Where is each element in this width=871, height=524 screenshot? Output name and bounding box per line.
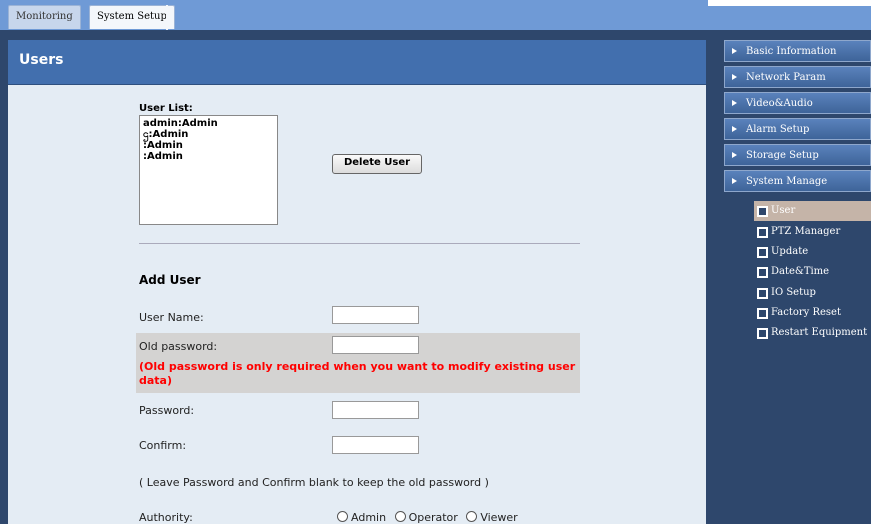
tab-separator bbox=[166, 5, 168, 30]
authority-operator-label: Operator bbox=[408, 511, 458, 524]
arrow-icon bbox=[732, 100, 737, 106]
submenu-item-ptz-manager[interactable]: PTZ Manager bbox=[754, 222, 871, 242]
submenu-label: IO Setup bbox=[771, 287, 816, 298]
username-input[interactable] bbox=[332, 306, 419, 324]
password-hint: ( Leave Password and Confirm blank to ke… bbox=[139, 476, 489, 489]
arrow-icon bbox=[732, 48, 737, 54]
submenu-label: User bbox=[771, 205, 796, 216]
password-input[interactable] bbox=[332, 401, 419, 419]
checkbox-icon bbox=[757, 308, 768, 319]
checkbox-icon bbox=[757, 247, 768, 258]
authority-radio-group: Admin Operator Viewer bbox=[332, 511, 518, 524]
checkbox-icon bbox=[757, 227, 768, 238]
sidebar-item-video-audio[interactable]: Video&Audio bbox=[724, 92, 871, 114]
submenu-label: Update bbox=[771, 246, 809, 257]
password-label: Password: bbox=[139, 404, 195, 417]
sidebar-item-label: Network Param bbox=[746, 72, 826, 83]
sidebar-item-label: Alarm Setup bbox=[746, 124, 810, 135]
user-list-item[interactable]: ဌ:Admin bbox=[143, 129, 274, 140]
sidebar-item-label: Video&Audio bbox=[746, 98, 813, 109]
submenu-label: PTZ Manager bbox=[771, 226, 841, 237]
sidebar-item-network-param[interactable]: Network Param bbox=[724, 66, 871, 88]
submenu-item-factory-reset[interactable]: Factory Reset bbox=[754, 303, 871, 323]
user-list[interactable]: admin:Admin ဌ:Admin :Admin :Admin bbox=[139, 115, 278, 225]
authority-viewer-radio[interactable] bbox=[466, 511, 478, 522]
add-user-heading: Add User bbox=[139, 273, 201, 287]
arrow-icon bbox=[732, 74, 737, 80]
submenu-item-update[interactable]: Update bbox=[754, 242, 871, 262]
authority-operator-radio[interactable] bbox=[394, 511, 406, 522]
sidebar-item-label: System Manage bbox=[746, 176, 828, 187]
authority-admin-radio[interactable] bbox=[337, 511, 348, 522]
arrow-icon bbox=[732, 152, 737, 158]
checkbox-icon bbox=[757, 288, 768, 299]
confirm-input[interactable] bbox=[332, 436, 419, 454]
sidebar-item-label: Basic Information bbox=[746, 46, 837, 57]
submenu-item-restart-equipment[interactable]: Restart Equipment bbox=[754, 323, 871, 343]
checkbox-icon bbox=[757, 206, 768, 217]
checkbox-icon bbox=[757, 328, 768, 339]
old-password-input[interactable] bbox=[332, 336, 419, 354]
top-right-strip bbox=[708, 0, 871, 6]
submenu-item-date-time[interactable]: Date&Time bbox=[754, 262, 871, 282]
user-list-item[interactable]: :Admin bbox=[143, 140, 274, 151]
authority-viewer-label: Viewer bbox=[480, 511, 518, 524]
old-password-note: (Old password is only required when you … bbox=[139, 360, 576, 387]
delete-user-button[interactable]: Delete User bbox=[332, 154, 422, 174]
page-title: Users bbox=[19, 52, 64, 68]
tab-monitoring[interactable]: Monitoring bbox=[8, 5, 81, 29]
confirm-label: Confirm: bbox=[139, 439, 187, 452]
submenu-label: Restart Equipment bbox=[771, 327, 868, 338]
checkbox-icon bbox=[757, 267, 768, 278]
submenu-label: Factory Reset bbox=[771, 307, 841, 318]
main-content: Users User List: admin:Admin ဌ:Admin :Ad… bbox=[8, 40, 706, 524]
arrow-icon bbox=[732, 178, 737, 184]
sidebar-item-basic-information[interactable]: Basic Information bbox=[724, 40, 871, 62]
divider bbox=[139, 243, 580, 244]
sidebar-item-label: Storage Setup bbox=[746, 150, 819, 161]
sidebar-item-alarm-setup[interactable]: Alarm Setup bbox=[724, 118, 871, 140]
sidebar-item-system-manage[interactable]: System Manage bbox=[724, 170, 871, 192]
page-header: Users bbox=[8, 40, 706, 85]
old-password-label: Old password: bbox=[139, 340, 218, 353]
authority-label: Authority: bbox=[139, 511, 193, 524]
submenu-label: Date&Time bbox=[771, 266, 830, 277]
authority-admin-label: Admin bbox=[351, 511, 387, 524]
submenu-item-io-setup[interactable]: IO Setup bbox=[754, 283, 871, 303]
tab-system-setup[interactable]: System Setup bbox=[89, 5, 175, 29]
submenu-item-user[interactable]: User bbox=[754, 201, 871, 221]
username-label: User Name: bbox=[139, 311, 204, 324]
user-list-item[interactable]: :Admin bbox=[143, 151, 274, 162]
sidebar-menu: Basic Information Network Param Video&Au… bbox=[724, 40, 871, 196]
arrow-icon bbox=[732, 126, 737, 132]
user-list-item[interactable]: admin:Admin bbox=[143, 118, 274, 129]
user-list-label: User List: bbox=[139, 103, 193, 114]
sidebar-item-storage-setup[interactable]: Storage Setup bbox=[724, 144, 871, 166]
